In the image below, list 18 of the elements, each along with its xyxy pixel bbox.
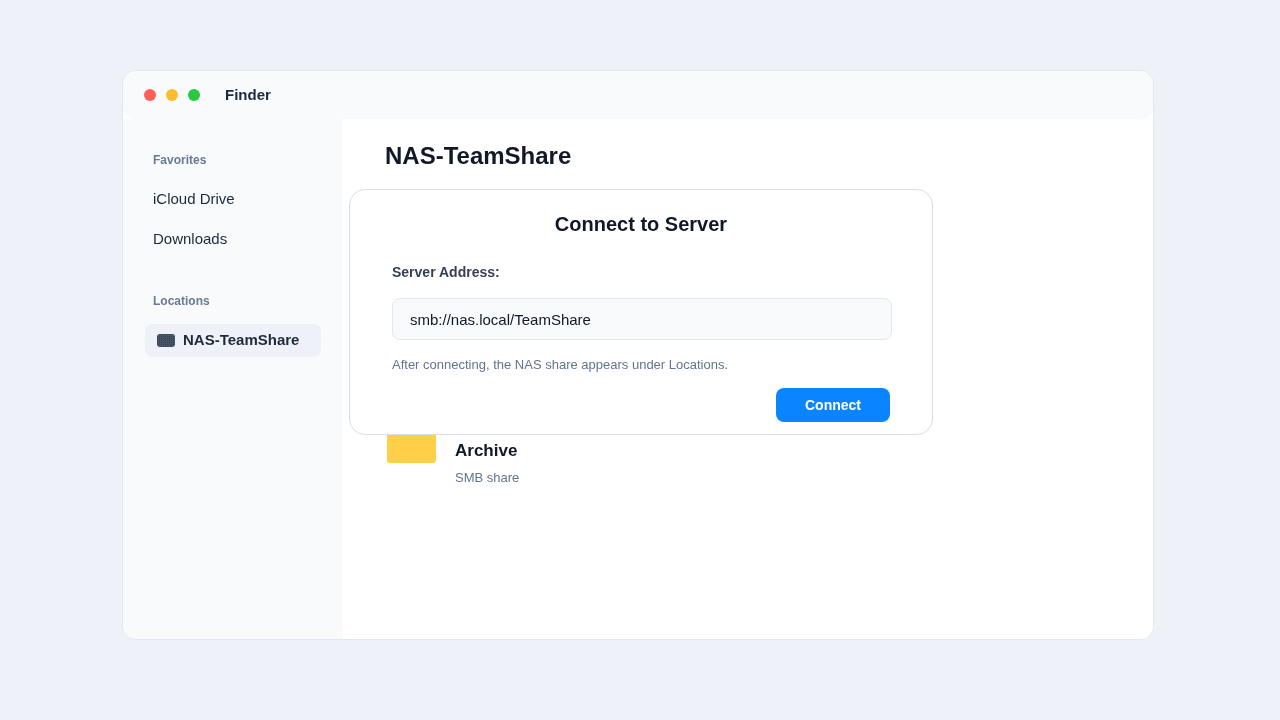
folder-title: NAS-TeamShare	[385, 141, 573, 171]
field-label: Server Address:	[392, 263, 501, 282]
drive-icon	[157, 334, 175, 347]
folder-name[interactable]: Archive	[455, 439, 520, 463]
hint-text: After connecting, the NAS share appears under Locations.	[392, 356, 730, 374]
close-icon[interactable]	[144, 89, 156, 101]
sidebar-item[interactable]: NAS-TeamShare	[145, 324, 321, 357]
folder-subtitle: SMB share	[455, 469, 520, 487]
dialog-title: Connect to Server	[553, 212, 729, 237]
server-address-field[interactable]: smb://nas.local/TeamShare	[392, 298, 892, 340]
connect-button[interactable]: Connect	[776, 388, 890, 422]
window-title: Finder	[225, 84, 271, 105]
minimize-icon[interactable]	[166, 89, 178, 101]
sidebar-heading: Favorites	[152, 152, 208, 168]
sidebar-item[interactable]: Downloads	[145, 223, 321, 256]
zoom-icon[interactable]	[188, 89, 200, 101]
sidebar-heading: Locations	[152, 293, 211, 309]
sidebar-item[interactable]: iCloud Drive	[145, 183, 321, 216]
